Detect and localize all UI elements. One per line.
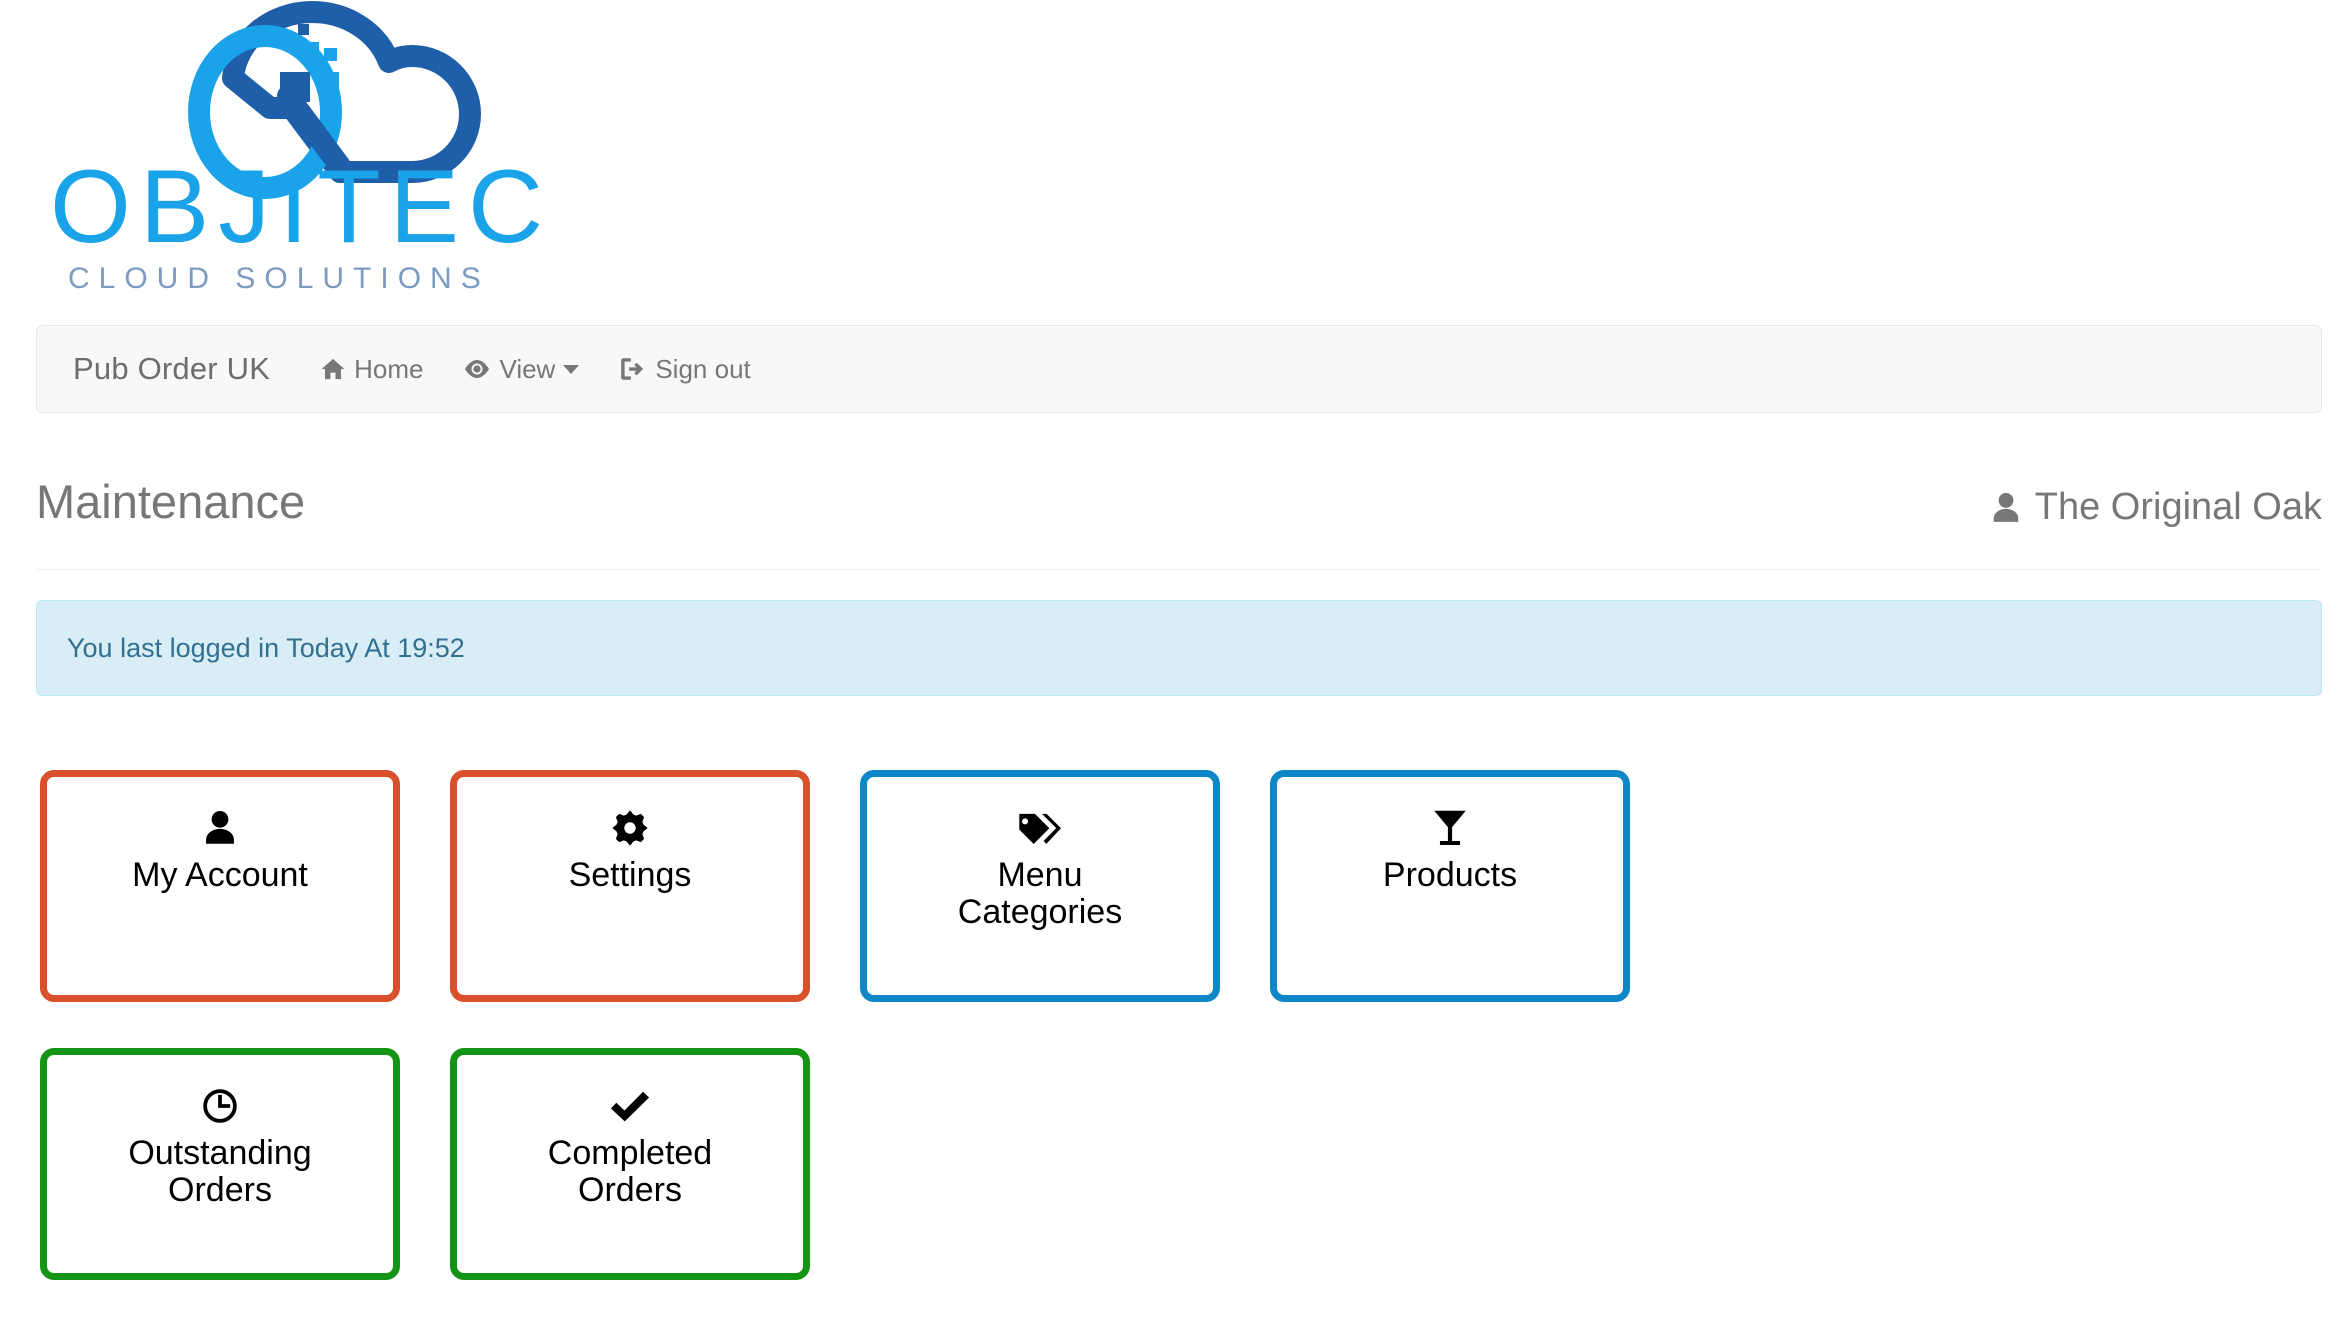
- last-login-alert: You last logged in Today At 19:52: [36, 600, 2322, 696]
- tile-completed-orders-label: Completed Orders: [547, 1134, 713, 1209]
- user-icon: [203, 805, 237, 851]
- current-user-name: The Original Oak: [2034, 486, 2322, 528]
- nav-item-sign-out-label: Sign out: [655, 353, 751, 384]
- chevron-down-icon: [563, 364, 580, 374]
- tile-products[interactable]: Products: [1270, 770, 1630, 1002]
- logo-wordmark: OBJITEC: [50, 149, 552, 265]
- page-header: Maintenance The Original Oak: [36, 470, 2322, 570]
- tile-outstanding-orders[interactable]: Outstanding Orders: [40, 1048, 400, 1280]
- maintenance-tiles: My Account Settings Menu Categories Prod…: [40, 770, 2320, 1326]
- eye-icon: [463, 356, 491, 382]
- tile-row: My Account Settings Menu Categories Prod…: [40, 770, 2320, 1002]
- home-icon: [320, 356, 346, 382]
- tile-row: Outstanding Orders Completed Orders: [40, 1048, 2320, 1280]
- tile-completed-orders[interactable]: Completed Orders: [450, 1048, 810, 1280]
- brand-logo: OBJITEC CLOUD SOLUTIONS: [40, 0, 600, 310]
- tile-menu-categories-label: Menu Categories: [957, 856, 1123, 931]
- nav-item-home[interactable]: Home: [320, 354, 423, 385]
- clock-icon: [201, 1083, 239, 1129]
- page-title: Maintenance: [36, 475, 306, 528]
- cocktail-icon: [1432, 805, 1468, 851]
- logo-tagline: CLOUD SOLUTIONS: [68, 262, 490, 295]
- tile-menu-categories[interactable]: Menu Categories: [860, 770, 1220, 1002]
- tile-settings-label: Settings: [568, 856, 692, 894]
- tile-products-label: Products: [1382, 856, 1518, 894]
- nav-item-sign-out[interactable]: Sign out: [619, 353, 751, 385]
- nav-item-view-label: View: [499, 353, 556, 384]
- navbar-brand[interactable]: Pub Order UK: [73, 351, 270, 387]
- user-icon: [1991, 491, 2021, 525]
- last-login-message: You last logged in Today At 19:52: [67, 632, 465, 663]
- tags-icon: [1017, 805, 1063, 851]
- nav-item-home-label: Home: [354, 353, 424, 384]
- tile-settings[interactable]: Settings: [450, 770, 810, 1002]
- current-user: The Original Oak: [1991, 470, 2322, 529]
- tile-my-account-label: My Account: [132, 856, 308, 894]
- tile-outstanding-orders-label: Outstanding Orders: [128, 1134, 312, 1209]
- nav-item-view[interactable]: View: [463, 353, 580, 385]
- tile-my-account[interactable]: My Account: [40, 770, 400, 1002]
- objitec-logo-icon: OBJITEC CLOUD SOLUTIONS: [50, 1, 552, 295]
- main-navbar: Pub Order UK Home View Sign out: [36, 325, 2322, 413]
- check-icon: [610, 1083, 650, 1129]
- sign-out-icon: [619, 356, 647, 382]
- gear-icon: [611, 805, 649, 851]
